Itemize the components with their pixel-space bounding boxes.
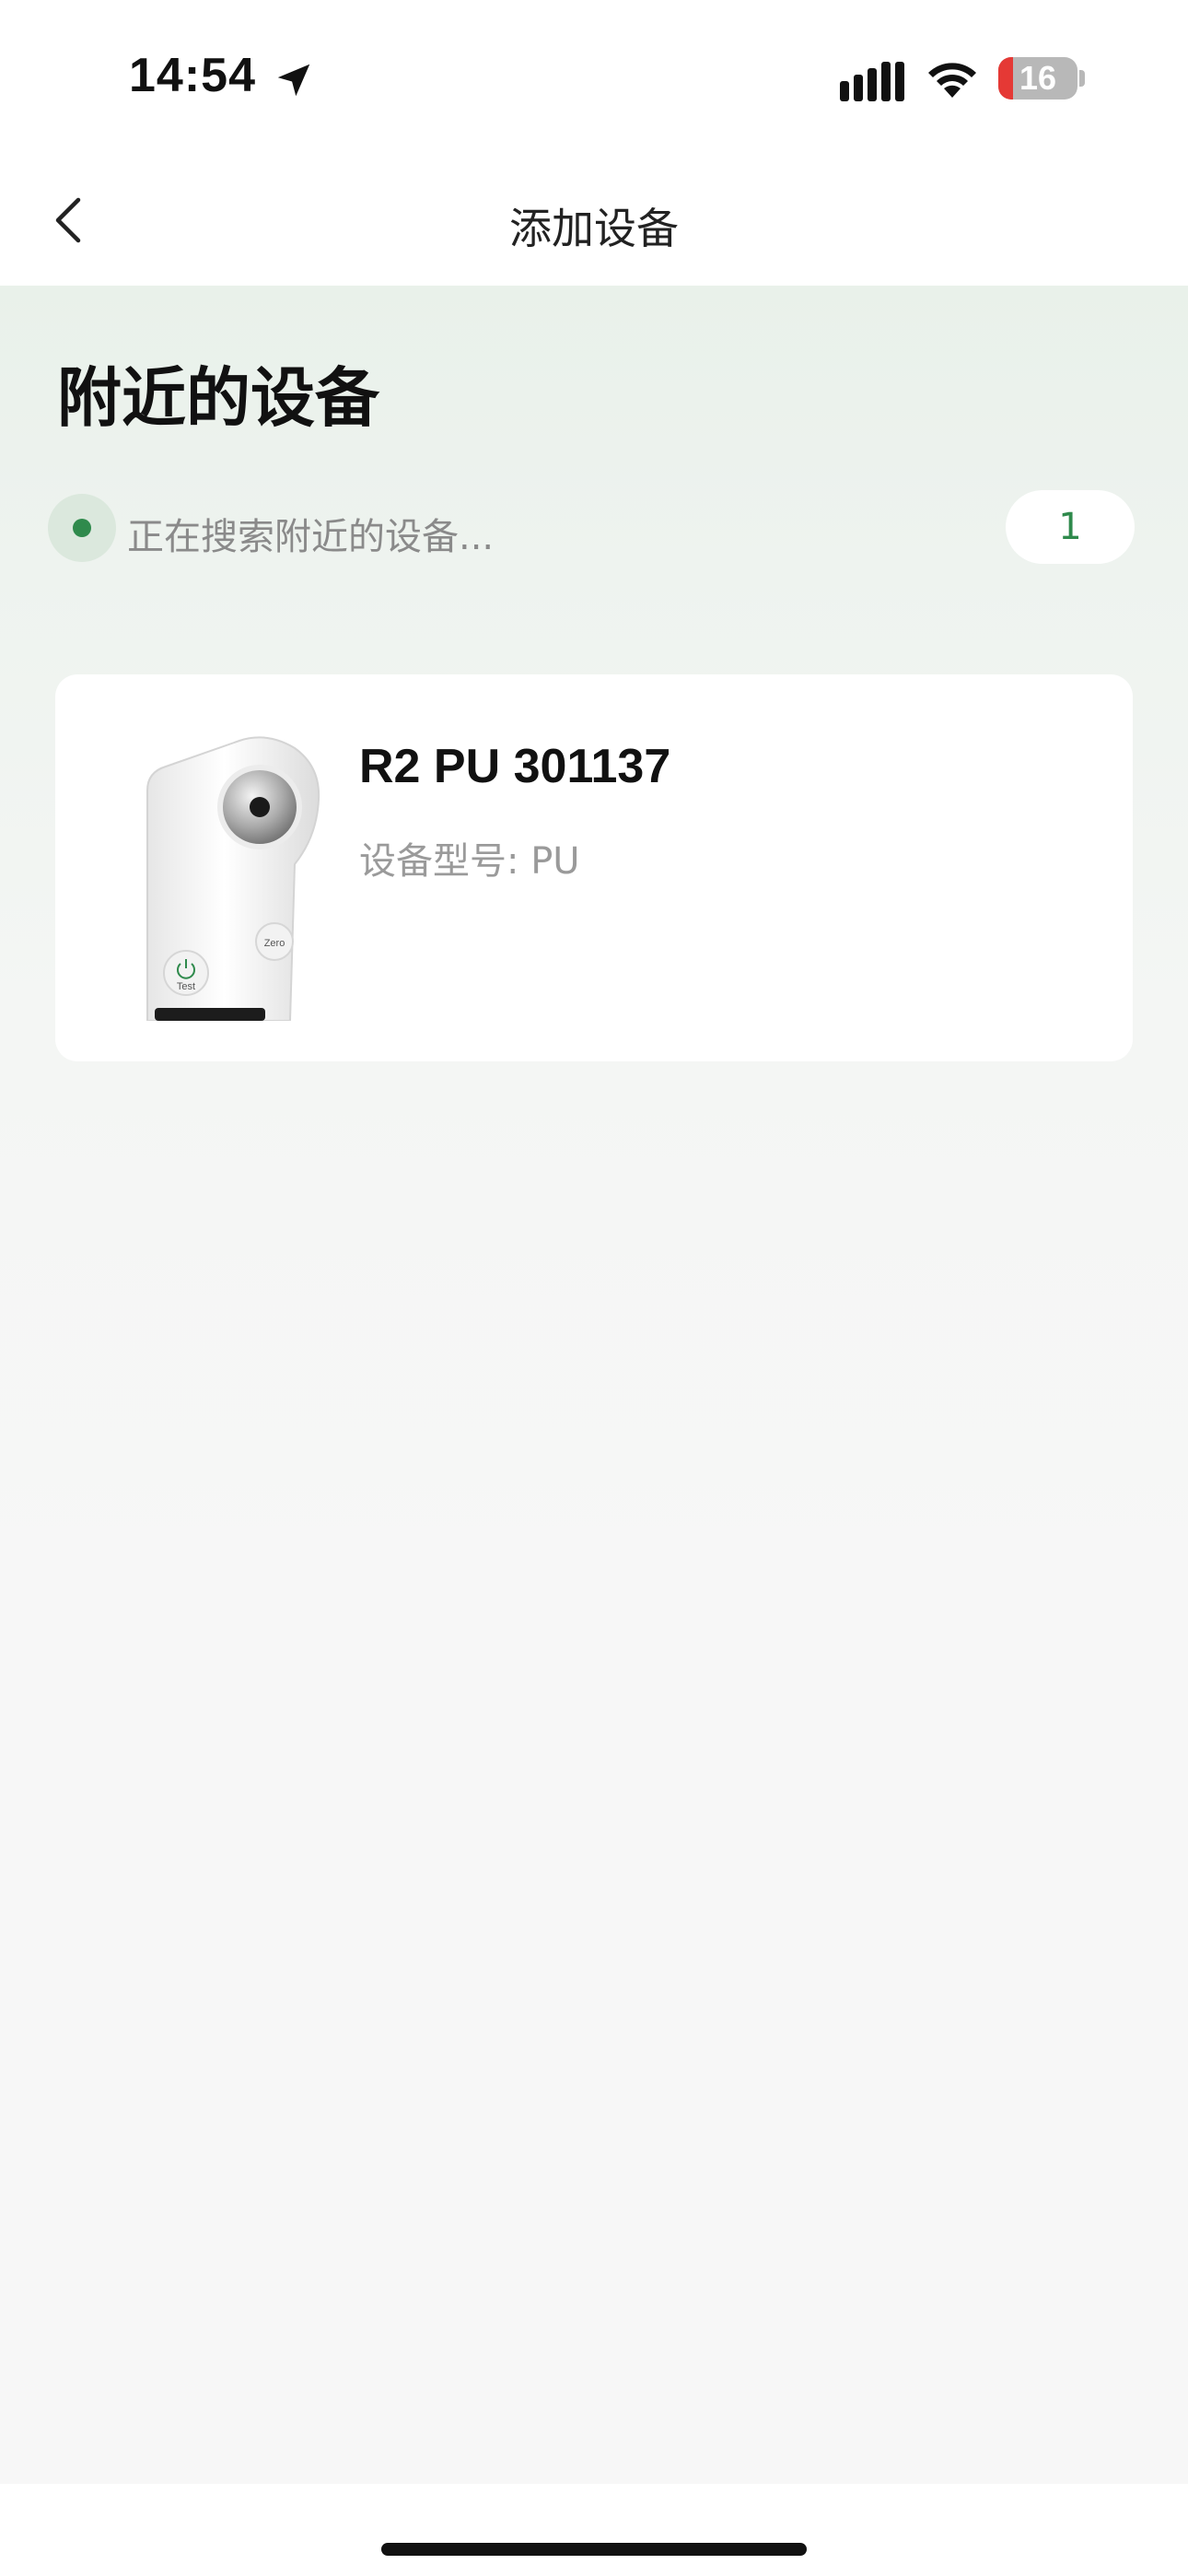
device-name: R2 PU 301137 [359, 740, 671, 793]
wifi-icon [928, 63, 976, 98]
device-model: 设备型号: PU [359, 840, 580, 883]
device-zero-label: Zero [264, 938, 285, 949]
device-test-label: Test [177, 981, 195, 992]
battery-icon: 16 [998, 57, 1077, 100]
battery-level: 16 [1019, 59, 1057, 97]
home-indicator[interactable] [381, 2543, 807, 2556]
main-content: 附近的设备 正在搜索附近的设备... 1 Zero Test R2 PU 301… [0, 286, 1188, 2484]
device-count-badge: 1 [1006, 490, 1135, 564]
nav-bar: 添加设备 [0, 157, 1188, 286]
search-status-text: 正在搜索附近的设备... [127, 516, 495, 558]
status-bar: 14:54 16 [0, 0, 1188, 157]
battery-cap [1079, 70, 1085, 87]
device-card[interactable]: Zero Test R2 PU 301137 设备型号: PU [55, 674, 1133, 1061]
home-indicator-area [0, 2484, 1188, 2576]
location-arrow-icon [277, 64, 310, 97]
refractometer-device-image: Zero Test [146, 736, 320, 1021]
section-title: 附近的设备 [57, 360, 379, 436]
page-title: 添加设备 [509, 204, 679, 253]
searching-dot [73, 519, 91, 537]
status-time: 14:54 [129, 49, 256, 102]
search-status-row: 正在搜索附近的设备... 1 [48, 490, 1135, 566]
searching-pulse-icon [48, 494, 116, 562]
cellular-signal-icon [840, 62, 904, 101]
